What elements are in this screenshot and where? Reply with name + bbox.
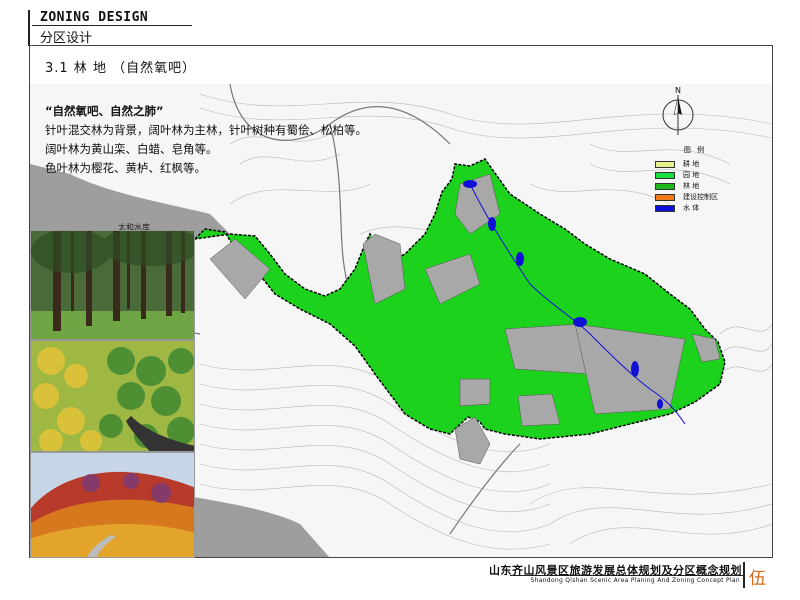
footer-accent-bar xyxy=(743,562,745,588)
legend-swatch xyxy=(655,204,675,212)
legend-swatch xyxy=(655,160,675,168)
legend-item: 耕 地 xyxy=(655,159,735,169)
compass-icon: N xyxy=(662,86,694,135)
photo-colored-forest xyxy=(30,452,195,558)
compass-north-label: N xyxy=(675,86,681,95)
legend-title: 图 例 xyxy=(683,146,707,154)
header-divider xyxy=(32,25,192,26)
footer-title-en: Shandong Qishan Scenic Area Planing And … xyxy=(530,577,740,584)
description-line: 针叶混交林为背景，阔叶林为主林，针叶树种有蜀侩、松柏等。 xyxy=(45,123,367,137)
header-accent-bar xyxy=(28,10,30,46)
description-line: 阔叶林为黄山栾、白蜡、皂角等。 xyxy=(45,142,218,156)
legend-swatch xyxy=(655,171,675,179)
page-number: 伍 xyxy=(749,569,766,589)
legend-label: 耕 地 xyxy=(683,160,700,168)
footer-title-cn: 山东齐山风景区旅游发展总体规划及分区概念规划 xyxy=(489,564,742,577)
section-title: 3.1 林 地 （自然氧吧） xyxy=(45,61,197,76)
legend-item: 建设控制区 xyxy=(655,192,735,202)
legend-item: 林 地 xyxy=(655,181,735,191)
header-title-en: ZONING DESIGN xyxy=(40,10,149,25)
legend-label: 园 地 xyxy=(683,171,700,179)
legend-item: 水 体 xyxy=(655,203,735,213)
legend-item: 园 地 xyxy=(655,170,735,180)
legend-label: 建设控制区 xyxy=(683,193,718,201)
legend-swatch xyxy=(655,182,675,190)
photo-aerial-forest xyxy=(30,340,195,452)
legend: 图 例 耕 地 园 地 林 地 建设控制区 水 体 xyxy=(655,145,735,214)
description-quote: “自然氧吧、自然之肺” xyxy=(45,104,164,118)
legend-label: 林 地 xyxy=(683,182,700,190)
photo-conifer-forest xyxy=(30,230,195,340)
legend-swatch xyxy=(655,193,675,201)
legend-label: 水 体 xyxy=(683,204,700,212)
description: “自然氧吧、自然之肺” 针叶混交林为背景，阔叶林为主林，针叶树种有蜀侩、松柏等。… xyxy=(45,102,367,178)
description-line: 色叶林为樱花、黄栌、红枫等。 xyxy=(45,161,206,175)
header-title-cn: 分区设计 xyxy=(40,31,93,46)
